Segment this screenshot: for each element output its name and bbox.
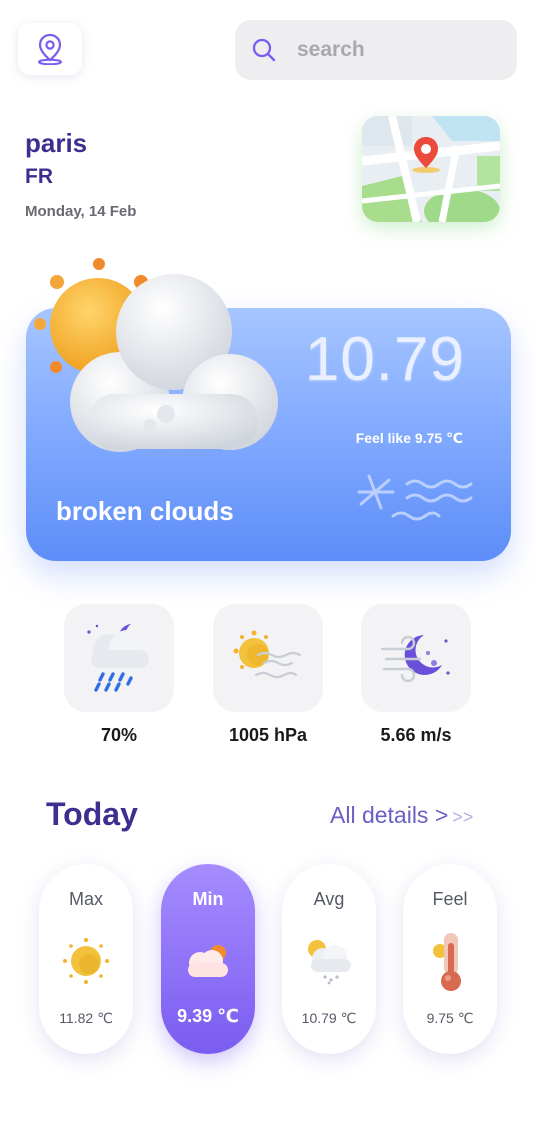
avg-label: Avg [313, 889, 345, 909]
thermometer-icon [433, 933, 461, 991]
avg-temp-card[interactable]: Avg 10.79 ℃ [282, 864, 376, 1054]
sun-icon [63, 938, 109, 984]
wind-tile [361, 604, 471, 712]
search-input[interactable] [297, 38, 497, 62]
map-icon [362, 116, 500, 222]
all-details-link[interactable]: All details > >> [330, 802, 473, 829]
pressure-metric[interactable]: 1005 hPa [213, 604, 323, 746]
wind-metric[interactable]: 5.66 m/s [361, 604, 471, 746]
current-temperature: 10.79 [304, 325, 465, 394]
min-label: Min [192, 889, 224, 909]
location-button[interactable] [18, 23, 82, 75]
avg-value: 10.79 ℃ [301, 1010, 357, 1026]
feel-like-text: Feel like 9.75 ℃ [355, 430, 463, 446]
min-temp-card[interactable]: Min 9.39 ℃ [161, 864, 255, 1054]
moon-wind-icon [380, 635, 450, 683]
humidity-value: 70% [100, 725, 138, 745]
max-value: 11.82 ℃ [59, 1010, 113, 1026]
humidity-metric[interactable]: 70% [64, 604, 174, 746]
snow-cloud-icon [308, 940, 351, 985]
sun-wind-icon [233, 630, 302, 679]
pressure-tile [213, 604, 323, 712]
max-label: Max [68, 889, 103, 909]
night-rain-icon [87, 624, 149, 692]
weather-app: paris FR Monday, 14 Feb 10.79 Feel like … [0, 0, 536, 1131]
chevrons-right-icon: >> [452, 807, 474, 827]
max-temp-card[interactable]: Max 11.82 ℃ [39, 864, 133, 1054]
humidity-tile [64, 604, 174, 712]
pressure-value: 1005 hPa [228, 725, 308, 745]
feel-label: Feel [432, 889, 468, 909]
feel-value: 9.75 ℃ [426, 1010, 474, 1026]
wind-value: 5.66 m/s [380, 725, 452, 745]
search-bar[interactable] [235, 20, 517, 80]
min-value: 9.39 ℃ [177, 1006, 239, 1026]
sun-behind-cloud-icon [34, 258, 278, 452]
current-date: Monday, 14 Feb [25, 203, 137, 220]
wind-decoration-icon [357, 474, 473, 521]
location-pin-icon [38, 33, 62, 65]
weather-description: broken clouds [56, 496, 234, 526]
feel-temp-card[interactable]: Feel 9.75 ℃ [403, 864, 497, 1054]
all-details-label: All details > [330, 802, 449, 828]
cloud-sun-icon [188, 945, 228, 977]
country-code: FR [25, 165, 53, 188]
search-icon [252, 38, 276, 62]
map-thumbnail[interactable] [362, 116, 500, 222]
today-title: Today [46, 796, 138, 832]
city-name: paris [25, 128, 88, 158]
